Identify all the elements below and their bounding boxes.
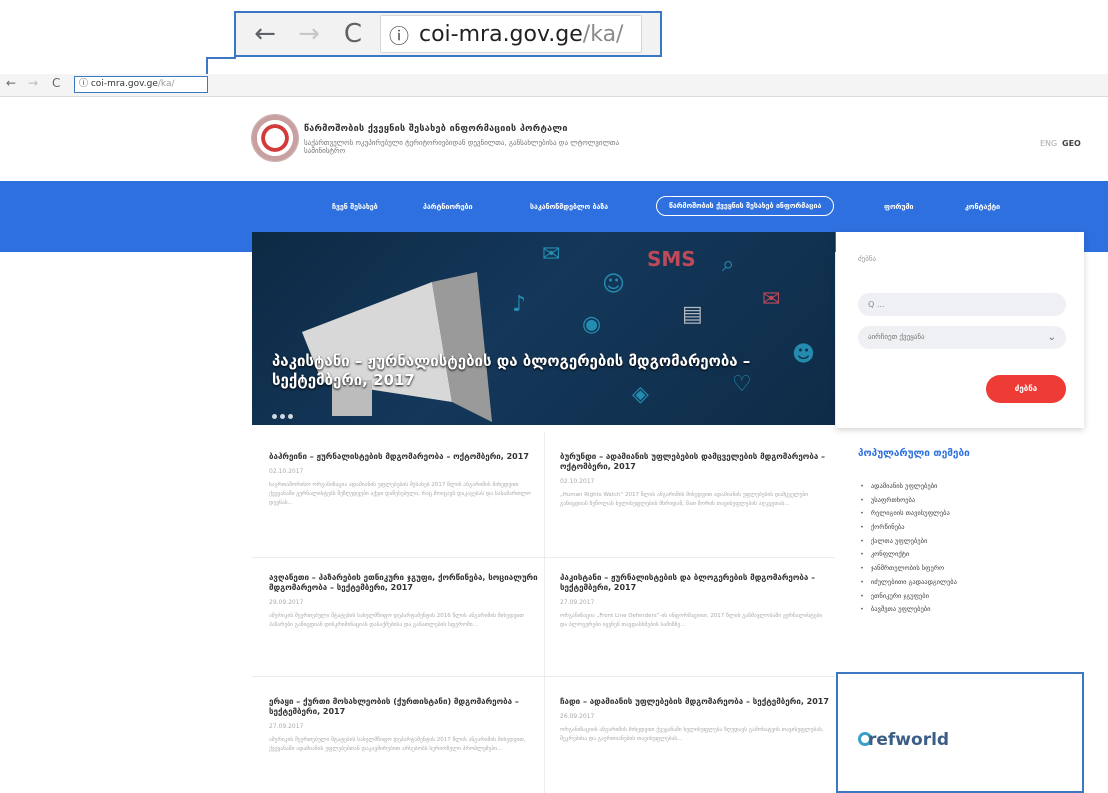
back-arrow-icon[interactable]: ← xyxy=(250,19,280,49)
lang-en-link[interactable]: ENG xyxy=(1040,139,1057,148)
nav-item-forum[interactable]: ფორუმი xyxy=(884,203,914,211)
popular-topics-list: ადამიანის უფლებები უსაფრთხოება რელიგიის … xyxy=(860,480,957,617)
article-card[interactable]: პაკისტანი – ჟურნალისტების და ბლოგერების … xyxy=(560,573,830,648)
topic-link[interactable]: იძულებითი გადაადგილება xyxy=(860,576,957,590)
mail-icon: ✉ xyxy=(762,287,781,312)
article-excerpt: ამერიკის შეერთებული შტატების სახელმწიფო … xyxy=(269,737,526,752)
nav-item-coi[interactable]: წარმოშობის ქვეყნის შესახებ ინფორმაცია xyxy=(656,196,835,216)
forward-arrow-icon[interactable]: → xyxy=(294,19,324,49)
topic-link[interactable]: ქორწინება xyxy=(860,521,957,535)
megaphone-icon xyxy=(302,272,492,422)
site-logo[interactable] xyxy=(251,114,299,162)
column-divider xyxy=(544,432,545,793)
browser-toolbar: ← → C ⓘ coi-mra.gov.ge/ka/ xyxy=(0,74,1108,97)
reload-icon[interactable]: C xyxy=(338,19,368,49)
chat-bubble-icon: ✉ xyxy=(542,242,561,267)
topic-link[interactable]: კონფლიქტი xyxy=(860,548,957,562)
article-date: 27.09.2017 xyxy=(269,723,304,730)
topic-link[interactable]: რელიგიის თავისუფლება xyxy=(860,507,957,521)
music-icon: ♪ xyxy=(512,292,527,317)
hero-caption[interactable]: პაკისტანი – ჟურნალისტების და ბლოგერების … xyxy=(272,352,812,390)
row-divider xyxy=(252,557,835,558)
topic-link[interactable]: ეთნიკური ჯგუფები xyxy=(860,590,957,604)
search-label: ძებნა xyxy=(858,255,877,263)
reload-icon[interactable]: C xyxy=(52,76,60,90)
article-card[interactable]: ავღანეთი – ჰაზარების ეთნიკური ჯგუფი, ქორ… xyxy=(269,573,539,648)
topic-link[interactable]: უსაფრთხოება xyxy=(860,494,957,508)
address-bar[interactable]: ⓘ coi-mra.gov.ge/ka/ xyxy=(74,76,208,93)
article-title[interactable]: ერაყი – ქურთი მოსახლეობის (ქურთისტანი) მ… xyxy=(269,697,539,717)
popular-topics-heading: პოპულარული თემები xyxy=(858,448,970,459)
refworld-logo-text: refworld xyxy=(868,730,950,750)
article-excerpt: ამერიკის შეერთებული შტატების სახელმწიფო … xyxy=(269,613,524,628)
search-button[interactable]: ძებნა xyxy=(986,375,1066,403)
zoomed-url-domain: coi-mra.gov.ge xyxy=(419,21,583,47)
article-date: 26.09.2017 xyxy=(560,713,595,720)
slider-dots[interactable] xyxy=(272,404,296,423)
lang-ka-link[interactable]: GEO xyxy=(1062,139,1081,148)
site-title[interactable]: წარმოშობის ქვეყნის შესახებ ინფორმაციის პ… xyxy=(304,124,568,134)
book-icon: ▤ xyxy=(682,302,703,327)
article-title[interactable]: პაკისტანი – ჟურნალისტების და ბლოგერების … xyxy=(560,573,830,593)
url-domain: ⓘ coi-mra.gov.ge xyxy=(79,79,158,89)
article-date: 02.10.2017 xyxy=(269,468,304,475)
country-select[interactable]: აირჩიეთ ქვეყანა ⌄ xyxy=(858,326,1066,349)
article-title[interactable]: ბაჰრეინი – ჟურნალისტების მდგომარეობა – ო… xyxy=(269,452,539,462)
search-panel: ძებნა Q ... აირჩიეთ ქვეყანა ⌄ ძებნა xyxy=(836,232,1084,428)
search-input[interactable]: Q ... xyxy=(858,293,1066,316)
search-icon: ⌕ xyxy=(722,252,735,277)
nav-item-partners[interactable]: პარტნიორები xyxy=(423,203,473,211)
country-select-value: აირჩიეთ ქვეყანა xyxy=(868,333,925,341)
topic-link[interactable]: ქალთა უფლებები xyxy=(860,535,957,549)
article-card[interactable]: ბაჰრეინი – ჟურნალისტების მდგომარეობა – ო… xyxy=(269,452,539,517)
article-card[interactable]: ჩადი – ადამიანის უფლებების მდგომარეობა –… xyxy=(560,697,830,762)
nav-item-contact[interactable]: კონტაქტი xyxy=(965,203,1000,211)
article-card[interactable]: ბურუნდი – ადამიანის უფლებების დამცველები… xyxy=(560,452,830,527)
hero-slider[interactable]: ✉ ☺ SMS ⌕ ✉ ◉ ▤ ♪ ♡ ◈ ☻ პაკისტანი – ჟურნ… xyxy=(252,232,835,425)
article-excerpt: ორგანიზაცია „Front Line Defenders“-ის ინ… xyxy=(560,613,823,628)
zoomed-url-path: /ka/ xyxy=(582,21,624,47)
zoomed-address-bar: ← → C ⓘ coi-mra.gov.ge/ka/ xyxy=(234,11,662,57)
info-icon[interactable]: ⓘ xyxy=(389,20,409,49)
refworld-banner[interactable]: refworld xyxy=(836,672,1084,793)
article-title[interactable]: ავღანეთი – ჰაზარების ეთნიკური ჯგუფი, ქორ… xyxy=(269,573,539,593)
article-title[interactable]: ჩადი – ადამიანის უფლებების მდგომარეობა –… xyxy=(560,697,830,707)
row-divider xyxy=(252,676,835,677)
topic-link[interactable]: ბავშვთა უფლებები xyxy=(860,603,957,617)
article-card[interactable]: ერაყი – ქურთი მოსახლეობის (ქურთისტანი) მ… xyxy=(269,697,539,772)
chevron-down-icon: ⌄ xyxy=(1047,332,1056,343)
url-path: /ka/ xyxy=(157,79,175,89)
topic-link[interactable]: ჯანმრთელობის სფერო xyxy=(860,562,957,576)
site-subtitle: საქართველოს ოკუპირებული ტერიტორიებიდან დ… xyxy=(304,139,620,155)
nav-item-legislation[interactable]: საკანონმდებლო ბაზა xyxy=(530,203,608,211)
article-date: 02.10.2017 xyxy=(560,478,595,485)
article-excerpt: ორგანიზაციის ანგარიშის მიხედვით ქვეყანაშ… xyxy=(560,727,824,742)
article-excerpt: საერთაშორისო ორგანიზაცია ადამიანის უფლებ… xyxy=(269,482,531,506)
smiley-icon: ☺ xyxy=(602,272,625,297)
eye-icon: ◉ xyxy=(582,312,602,337)
forward-arrow-icon[interactable]: → xyxy=(28,76,38,90)
article-excerpt: „Human Rights Watch“ 2017 წლის ანგარიშის… xyxy=(560,492,809,507)
article-date: 27.09.2017 xyxy=(560,599,595,606)
topic-link[interactable]: ადამიანის უფლებები xyxy=(860,480,957,494)
sms-icon: SMS xyxy=(647,247,696,271)
article-title[interactable]: ბურუნდი – ადამიანის უფლებების დამცველები… xyxy=(560,452,830,472)
article-date: 29.09.2017 xyxy=(269,599,304,606)
back-arrow-icon[interactable]: ← xyxy=(6,76,16,90)
zoomed-url-field[interactable]: ⓘ coi-mra.gov.ge/ka/ xyxy=(380,15,642,53)
nav-item-about[interactable]: ჩვენ შესახებ xyxy=(332,203,378,211)
